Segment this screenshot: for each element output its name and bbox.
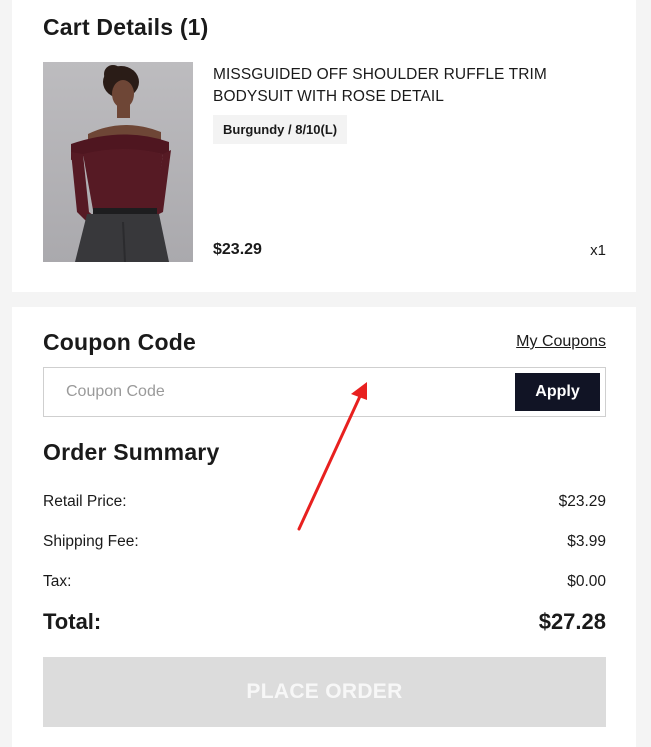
coupon-summary-card: Coupon Code My Coupons Apply Order Summa… xyxy=(12,307,636,747)
product-price: $23.29 xyxy=(213,241,262,258)
cart-details-card: Cart Details (1) MISSGUIDED OFF SHOULDER xyxy=(12,0,636,292)
coupon-code-title: Coupon Code xyxy=(43,329,196,355)
my-coupons-link[interactable]: My Coupons xyxy=(516,333,606,351)
summary-row-label: Retail Price: xyxy=(43,493,127,510)
cart-details-title: Cart Details (1) xyxy=(43,14,209,40)
coupon-code-input[interactable] xyxy=(44,368,514,416)
product-photo-icon xyxy=(71,65,171,262)
product-name[interactable]: MISSGUIDED OFF SHOULDER RUFFLE TRIM BODY… xyxy=(213,64,553,108)
coupon-input-group: Apply xyxy=(43,367,606,417)
order-summary-title: Order Summary xyxy=(43,439,220,465)
summary-row-tax: Tax: $0.00 xyxy=(43,573,606,591)
summary-row-label: Shipping Fee: xyxy=(43,533,139,550)
apply-coupon-button[interactable]: Apply xyxy=(515,373,600,411)
summary-row-value: $23.29 xyxy=(558,493,606,510)
summary-row-value: $0.00 xyxy=(567,573,606,590)
summary-row-total: Total: $27.28 xyxy=(43,609,606,635)
summary-row-shipping-fee: Shipping Fee: $3.99 xyxy=(43,533,606,551)
summary-row-retail-price: Retail Price: $23.29 xyxy=(43,493,606,511)
variant-badge: Burgundy / 8/10(L) xyxy=(213,115,348,144)
summary-row-label: Tax: xyxy=(43,573,72,590)
product-image[interactable] xyxy=(43,62,193,262)
total-value: $27.28 xyxy=(538,609,606,634)
place-order-button[interactable]: PLACE ORDER xyxy=(43,657,606,727)
total-label: Total: xyxy=(43,609,102,634)
summary-row-value: $3.99 xyxy=(567,533,606,550)
product-quantity: x1 xyxy=(590,242,606,259)
